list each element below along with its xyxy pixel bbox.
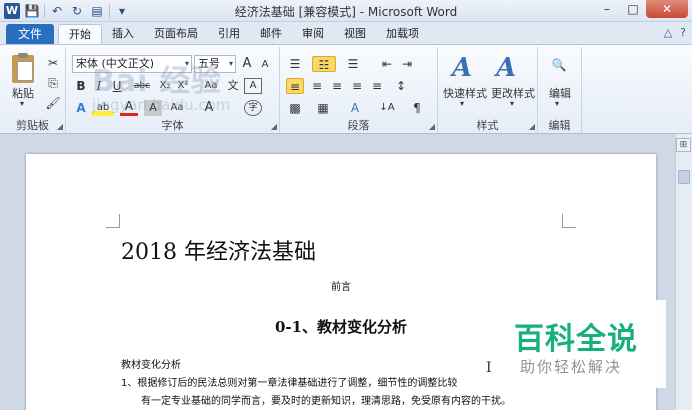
ribbon-tabs: 开始 插入 页面布局 引用 邮件 审阅 视图 加载项 xyxy=(58,24,429,44)
character-border-icon[interactable]: A xyxy=(244,78,262,94)
editing-button[interactable]: 编辑 xyxy=(540,85,580,101)
tab-mailings[interactable]: 邮件 xyxy=(250,24,292,44)
paste-dropdown-icon[interactable]: ▾ xyxy=(20,99,24,108)
clipboard-launcher-icon[interactable]: ◢ xyxy=(57,122,63,131)
ribbon-tab-bar: 文件 开始 插入 页面布局 引用 邮件 审阅 视图 加载项 △ ? xyxy=(0,22,692,44)
view-ruler-button[interactable]: ⊞ xyxy=(676,138,691,152)
paragraph-group-label: 段落 xyxy=(347,119,370,132)
document-preface[interactable]: 前言 xyxy=(26,278,656,293)
paragraph-launcher-icon[interactable]: ◢ xyxy=(429,122,435,131)
format-painter-icon[interactable]: 🖌 xyxy=(44,95,62,111)
baike-badge: 百科全说 助你轻松解决 xyxy=(498,300,666,388)
badge-subtitle: 助你轻松解决 xyxy=(520,358,623,376)
document-paragraph[interactable]: 1、根据修订后的民法总则对第一章法律基础进行了调整，细节性的调整比较 xyxy=(121,374,457,389)
margin-corner-top-right xyxy=(562,214,576,228)
font-launcher-icon[interactable]: ◢ xyxy=(271,122,277,131)
tab-home[interactable]: 开始 xyxy=(58,24,102,44)
borders-icon[interactable]: ▦ xyxy=(314,100,332,116)
paragraph-shading-icon[interactable]: ▩ xyxy=(286,100,304,116)
styles-group: A A 快速样式 更改样式 ▾ ▾ 样式 ◢ xyxy=(438,47,538,133)
title-bar: W 💾 ↶ ↻ ▤ ▾ 经济法基础 [兼容模式] - Microsoft Wor… xyxy=(0,0,692,22)
quick-styles-dropdown-icon[interactable]: ▾ xyxy=(460,99,464,108)
maximize-button[interactable]: □ xyxy=(620,0,646,18)
tab-review[interactable]: 审阅 xyxy=(292,24,334,44)
align-right-icon[interactable]: ≡ xyxy=(328,78,346,94)
window-title: 经济法基础 [兼容模式] - Microsoft Word xyxy=(234,5,458,19)
font-group-label: 字体 xyxy=(161,119,184,132)
baidu-watermark: Bai 经验 xyxy=(92,64,222,99)
bullets-icon[interactable]: ☰ xyxy=(286,56,304,72)
vertical-scrollbar[interactable]: ▲ xyxy=(675,134,692,410)
badge-title: 百科全说 xyxy=(514,322,638,357)
tab-view[interactable]: 视图 xyxy=(334,24,376,44)
collapse-ribbon-icon[interactable]: △ xyxy=(664,26,672,39)
editing-dropdown-icon[interactable]: ▾ xyxy=(555,99,559,108)
text-effects-icon[interactable]: A xyxy=(72,100,90,116)
styles-launcher-icon[interactable]: ◢ xyxy=(529,122,535,131)
ribbon-right-controls: △ ? xyxy=(664,26,686,39)
phonetic-guide-icon[interactable]: 文 xyxy=(224,78,242,94)
close-button[interactable]: ✕ xyxy=(646,0,688,18)
line-spacing-icon[interactable]: ↕ xyxy=(392,78,410,94)
cut-icon[interactable]: ✂ xyxy=(44,55,62,71)
decrease-indent-icon[interactable]: ⇤ xyxy=(378,56,396,72)
sort-icon[interactable]: ↓A xyxy=(376,100,398,116)
clipboard-group: 粘贴 ▾ ✂ ⎘ 🖌 剪贴板 ◢ xyxy=(0,47,66,133)
editing-group: 🔍 编辑 ▾ 编辑 xyxy=(538,47,582,133)
window-controls: – □ ✕ xyxy=(594,0,688,18)
copy-icon[interactable]: ⎘ xyxy=(44,75,62,91)
enclose-characters-icon[interactable]: 字 xyxy=(244,100,262,116)
styles-group-label: 样式 xyxy=(476,119,499,132)
change-styles-icon[interactable]: A xyxy=(496,55,516,81)
document-paragraph[interactable]: 教材变化分析 xyxy=(121,356,181,371)
tab-references[interactable]: 引用 xyxy=(208,24,250,44)
increase-indent-icon[interactable]: ⇥ xyxy=(398,56,416,72)
document-paragraph[interactable]: 有一定专业基础的同学而言，要及时的更新知识，理清思路，免受原有内容的干扰。 xyxy=(121,392,511,407)
tab-addins[interactable]: 加载项 xyxy=(376,24,429,44)
multilevel-list-icon[interactable]: ☰ xyxy=(344,56,362,72)
clipboard-group-label: 剪贴板 xyxy=(16,119,49,132)
change-styles-dropdown-icon[interactable]: ▾ xyxy=(510,99,514,108)
document-title[interactable]: 2018 年经济法基础 xyxy=(121,234,316,266)
help-icon[interactable]: ? xyxy=(680,26,686,39)
justify-icon[interactable]: ≡ xyxy=(348,78,366,94)
distributed-icon[interactable]: ≡ xyxy=(368,78,386,94)
margin-corner-top-left xyxy=(106,214,120,228)
tab-file[interactable]: 文件 xyxy=(6,24,54,44)
shrink-font-icon[interactable]: A xyxy=(256,57,274,73)
numbering-icon[interactable]: ☷ xyxy=(312,56,336,72)
minimize-button[interactable]: – xyxy=(594,0,620,18)
bold-icon[interactable]: B xyxy=(72,78,90,94)
quick-styles-icon[interactable]: A xyxy=(452,55,472,81)
align-left-icon[interactable]: ≡ xyxy=(286,78,304,94)
show-marks-icon[interactable]: ¶ xyxy=(408,100,426,116)
text-cursor-icon: I xyxy=(486,360,492,376)
align-center-icon[interactable]: ≡ xyxy=(308,78,326,94)
paste-button[interactable] xyxy=(8,53,38,87)
tab-insert[interactable]: 插入 xyxy=(102,24,144,44)
paragraph-group: ☰ ☷ ☰ ⇤ ⇥ ≡ ≡ ≡ ≡ ≡ ↕ ▩ ▦ A ↓A ¶ 段落 ◢ xyxy=(280,47,438,133)
font-size-dropdown-icon[interactable]: ▾ xyxy=(229,56,233,72)
baidu-watermark-url: jingyan.baidu.com xyxy=(92,96,231,114)
grow-font-icon[interactable]: A xyxy=(238,56,256,72)
tab-page-layout[interactable]: 页面布局 xyxy=(144,24,208,44)
scroll-thumb[interactable] xyxy=(678,170,690,184)
quick-styles-label[interactable]: 快速样式 xyxy=(442,85,488,101)
paste-icon xyxy=(12,53,34,83)
find-icon[interactable]: 🔍 xyxy=(550,57,568,73)
editing-group-label: 编辑 xyxy=(548,119,571,132)
chinese-layout-icon[interactable]: A xyxy=(346,100,364,116)
